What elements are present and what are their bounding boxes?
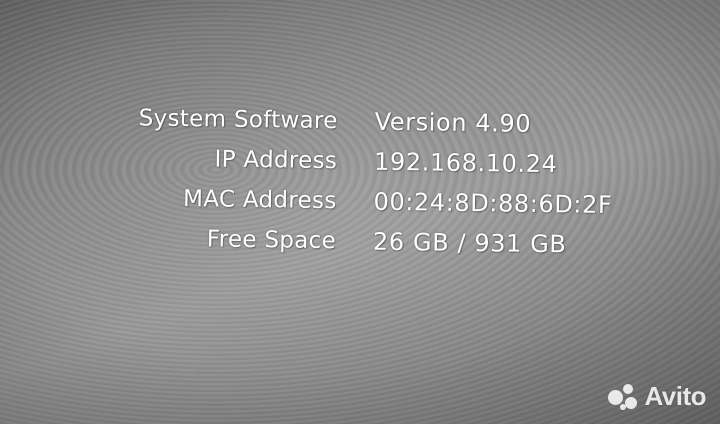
system-information-panel: System Software Version 4.90 IP Address …: [108, 98, 650, 266]
system-software-value: Version 4.90: [374, 107, 532, 138]
ip-address-label: IP Address: [214, 146, 338, 175]
avito-watermark-text: Avito: [644, 381, 706, 411]
ip-address-value: 192.168.10.24: [373, 147, 558, 179]
system-software-label: System Software: [138, 105, 338, 135]
mac-address-value: 00:24:8D:88:6D:2F: [373, 187, 613, 220]
avito-watermark: Avito: [608, 381, 706, 412]
free-space-value: 26 GB / 931 GB: [372, 227, 567, 259]
mac-address-label: MAC Address: [182, 186, 337, 215]
free-space-label: Free Space: [206, 226, 337, 255]
info-row-free-space: Free Space 26 GB / 931 GB: [108, 218, 649, 266]
avito-dots-icon: [608, 383, 638, 410]
